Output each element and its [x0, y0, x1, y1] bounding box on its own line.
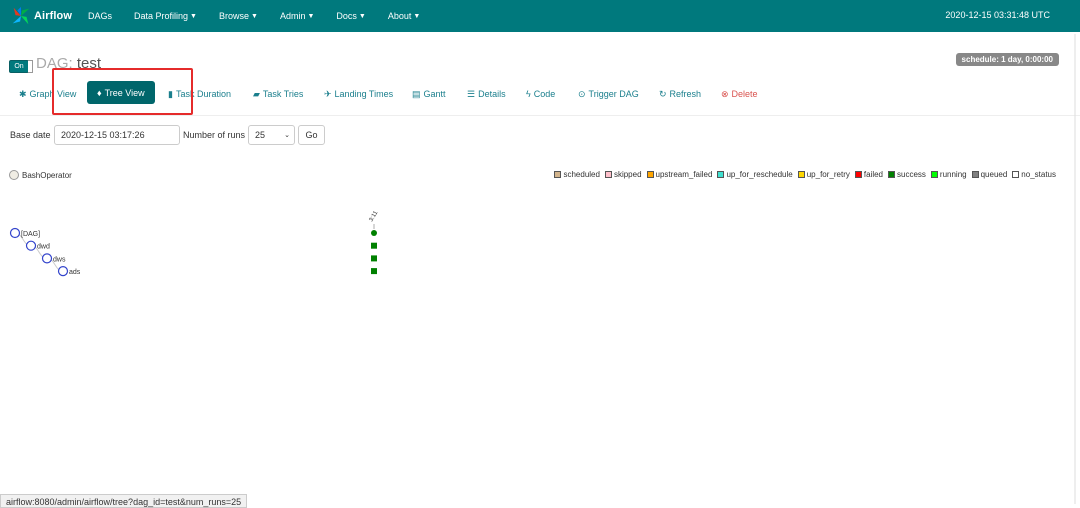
- tree-node-label: [DAG]: [21, 231, 40, 238]
- legend-swatch: [854, 171, 862, 178]
- nav-data-profiling[interactable]: Data Profiling ▼: [134, 11, 197, 21]
- dag-run-state[interactable]: [371, 230, 377, 236]
- num-runs-select[interactable]: 25 ⌄: [248, 125, 295, 145]
- state-legend: scheduled skipped upstream_failed up_for_re…: [549, 170, 1056, 179]
- legend-swatch: [604, 171, 612, 178]
- legend-label: running: [939, 170, 967, 179]
- num-runs-label: Number of runs: [183, 130, 246, 140]
- base-date-label: Base date: [10, 130, 51, 140]
- task-instance-state[interactable]: [371, 255, 377, 262]
- asterisk-icon: ✱: [19, 88, 27, 99]
- nav-browse[interactable]: Browse ▼: [219, 11, 258, 21]
- list-icon: ☰: [467, 88, 476, 99]
- nav-about[interactable]: About ▼: [388, 11, 420, 21]
- play-circle-icon: ⊙: [578, 88, 586, 99]
- tree-node-circle[interactable]: [41, 253, 53, 264]
- toggle-track[interactable]: [28, 60, 33, 73]
- refresh-icon: ↻: [659, 88, 667, 99]
- legend-swatch: [554, 171, 562, 178]
- tab-landing-times[interactable]: ✈ Landing Times: [324, 83, 393, 105]
- chevron-down-icon: ▼: [251, 12, 258, 20]
- flash-icon: ϟ: [526, 89, 531, 99]
- legend-label: scheduled: [563, 170, 600, 179]
- scrollbar[interactable]: [1072, 34, 1078, 504]
- task-instance-state[interactable]: [371, 268, 377, 275]
- base-date-input[interactable]: 2020-12-15 03:17:26: [54, 125, 180, 145]
- nav-dags[interactable]: DAGs: [88, 11, 112, 21]
- legend-item-success: success: [888, 170, 926, 179]
- nav-docs[interactable]: Docs ▼: [336, 11, 365, 21]
- tab-refresh[interactable]: ↻ Refresh: [659, 83, 701, 105]
- legend-swatch: [971, 171, 979, 178]
- duplicate-icon: ▰: [253, 88, 260, 99]
- legend-swatch: [930, 171, 938, 178]
- tree-node-label: ads: [69, 269, 81, 276]
- brand-label: Airflow: [34, 10, 72, 22]
- airflow-logo-icon: [12, 6, 30, 25]
- tree-node-label: dwd: [37, 244, 50, 251]
- tree-node-circle[interactable]: [25, 240, 37, 251]
- chevron-down-icon: ▼: [358, 12, 366, 20]
- tree-view-chart: [DAG] dwddwsads 3:11: [9, 210, 380, 277]
- go-button[interactable]: Go: [298, 125, 325, 145]
- remove-circle-icon: ⊗: [721, 88, 729, 99]
- legend-swatch: [1012, 171, 1020, 178]
- tree-node-circle[interactable]: [57, 265, 69, 277]
- legend-item-skipped: skipped: [604, 170, 642, 179]
- server-time: 2020-12-15 03:31:48 UTC: [945, 10, 1050, 20]
- tab-delete[interactable]: ⊗ Delete: [721, 83, 758, 105]
- legend-label: failed: [863, 170, 883, 179]
- tab-code[interactable]: ϟ Code: [526, 83, 555, 105]
- legend-label: no_status: [1021, 170, 1056, 179]
- tab-trigger-dag[interactable]: ⊙ Trigger DAG: [578, 83, 639, 105]
- chevron-down-icon: ⌄: [284, 132, 290, 139]
- legend-item-up-for-reschedule: up_for_reschedule: [717, 170, 793, 179]
- top-navbar: Airflow DAGs Data Profiling ▼ Browse ▼ Adm…: [0, 0, 1080, 32]
- legend-item-queued: queued: [971, 170, 1008, 179]
- status-bar-url: airflow:8080/admin/airflow/tree?dag_id=t…: [0, 494, 248, 508]
- legend-item-no-status: no_status: [1012, 170, 1056, 179]
- legend-swatch: [888, 171, 895, 178]
- operator-label: BashOperator: [22, 171, 72, 180]
- legend-label: up_for_retry: [806, 170, 850, 179]
- gantt-icon: ▤: [412, 88, 421, 99]
- plane-icon: ✈: [324, 88, 332, 99]
- schedule-badge: schedule: 1 day, 0:00:00: [955, 53, 1059, 66]
- dag-pause-toggle[interactable]: On: [9, 60, 29, 73]
- legend-item-upstream-failed: upstream_failed: [646, 170, 713, 179]
- legend-item-failed: failed: [854, 170, 883, 179]
- brand[interactable]: Airflow: [10, 5, 88, 27]
- legend-label: up_for_reschedule: [726, 170, 793, 179]
- legend-label: success: [897, 170, 926, 179]
- nav-admin[interactable]: Admin ▼: [280, 11, 314, 21]
- chevron-down-icon: ▼: [307, 12, 315, 20]
- tab-task-tries[interactable]: ▰ Task Tries: [253, 83, 303, 105]
- tree-node-circle[interactable]: [9, 227, 21, 239]
- legend-item-running: running: [930, 170, 967, 179]
- highlight-annotation: [52, 68, 193, 115]
- legend-item-up-for-retry: up_for_retry: [797, 170, 850, 179]
- tab-gantt[interactable]: ▤ Gantt: [412, 83, 446, 105]
- legend-label: upstream_failed: [655, 170, 713, 179]
- legend-item-scheduled: scheduled: [554, 170, 600, 179]
- tab-details[interactable]: ☰ Details: [467, 83, 506, 105]
- divider: [0, 115, 1080, 116]
- legend-swatch: [797, 171, 805, 178]
- tree-node-label: dws: [53, 256, 66, 263]
- legend-swatch: [646, 171, 654, 178]
- legend-swatch: [717, 171, 725, 178]
- chevron-down-icon: ▼: [190, 12, 197, 20]
- chevron-down-icon: ▼: [413, 12, 421, 20]
- task-instance-state[interactable]: [371, 242, 377, 249]
- run-label: 3:11: [369, 210, 380, 223]
- legend-label: queued: [980, 170, 1008, 179]
- operator-swatch: [9, 170, 19, 180]
- legend-label: skipped: [613, 170, 642, 179]
